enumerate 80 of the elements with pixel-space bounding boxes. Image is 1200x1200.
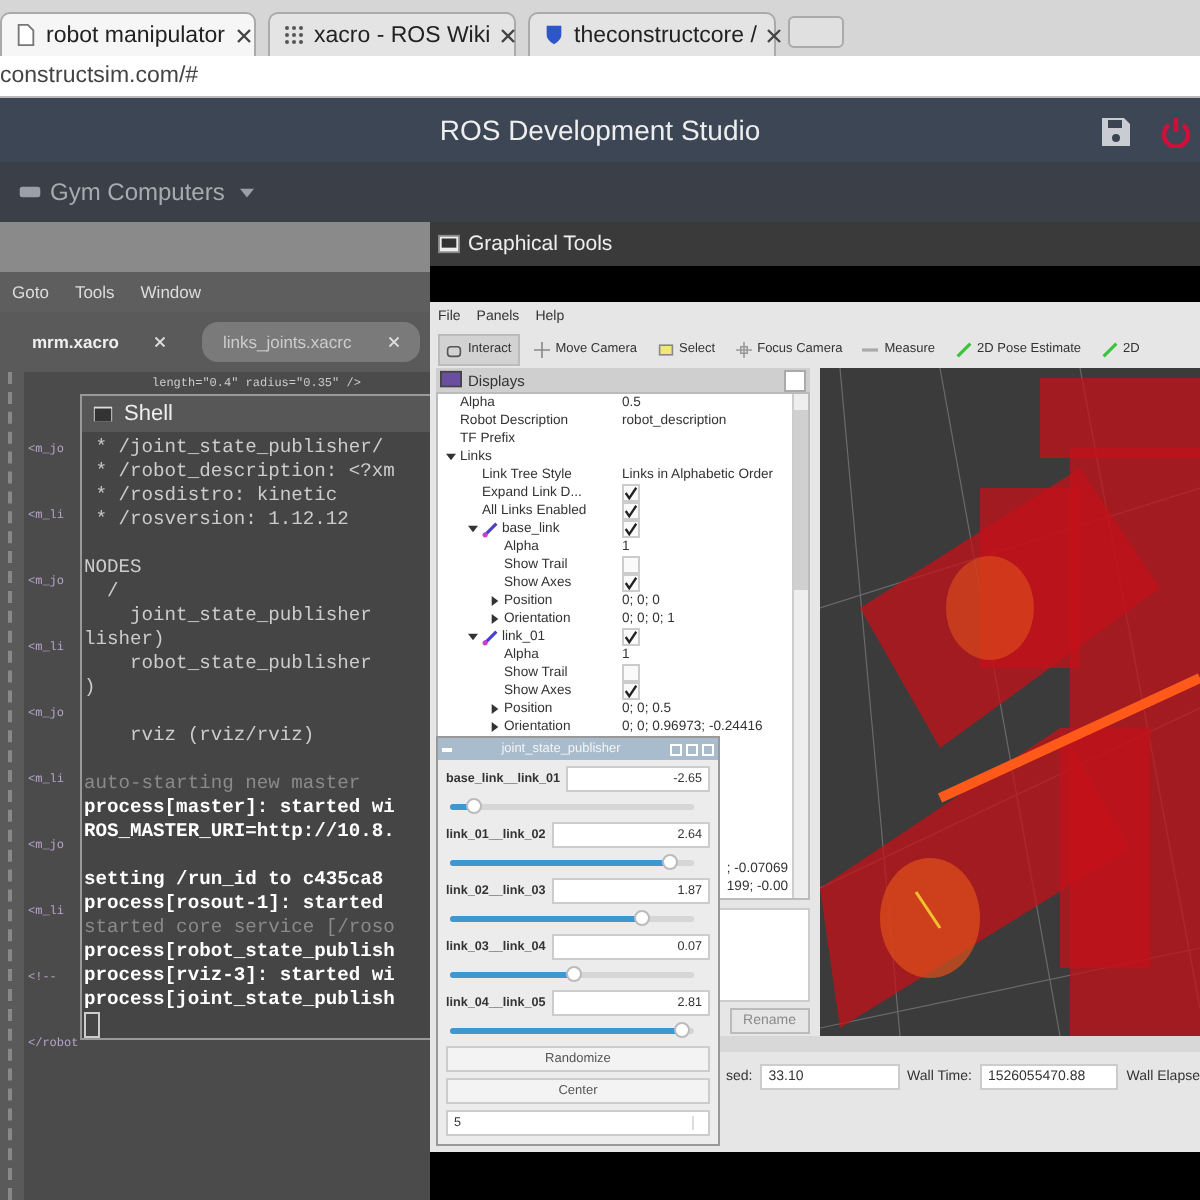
tab-title: theconstructcore / (574, 23, 757, 47)
expand-arrow-icon[interactable] (468, 632, 478, 642)
terminal-line: ROS_MASTER_URI=http://10.8. (84, 820, 397, 844)
terminal-line: process[rviz-3]: started wi (84, 964, 397, 988)
expand-arrow-icon[interactable] (490, 722, 500, 732)
terminal-line: ) (84, 676, 98, 700)
terminal-line: / (105, 580, 121, 604)
undock-button[interactable] (784, 369, 806, 391)
slider-thumb[interactable] (673, 1022, 690, 1038)
url-text: constructsim.com/# (0, 64, 199, 88)
window-title: Shell (124, 402, 173, 426)
terminal-line: started core service [/roso (84, 916, 397, 940)
checkbox[interactable] (622, 502, 640, 520)
scrollbar[interactable] (792, 394, 808, 898)
crosshair-icon (533, 341, 550, 357)
expand-arrow-icon[interactable] (446, 452, 456, 462)
text-cursor (84, 1012, 100, 1038)
terminal-line: auto-starting new master (84, 772, 363, 796)
terminal-line: process[rosout-1]: started (84, 892, 386, 916)
expand-arrow-icon[interactable] (490, 704, 500, 714)
joint-slider[interactable] (450, 916, 694, 922)
close-icon[interactable] (766, 27, 783, 43)
tab-title: xacro - ROS Wiki (314, 23, 491, 47)
address-bar[interactable]: constructsim.com/# (0, 56, 1200, 98)
close-icon[interactable] (500, 27, 517, 43)
terminal-line: * /rosdistro: kinetic (93, 484, 340, 508)
menu-item[interactable]: Window (140, 282, 202, 302)
close-icon[interactable] (235, 27, 251, 43)
document-icon (16, 24, 36, 46)
link-icon (482, 629, 498, 645)
checkbox[interactable] (622, 520, 640, 538)
terminal-line: process[robot_state_publish (84, 940, 397, 964)
checkbox[interactable] (622, 628, 640, 646)
joint-slider[interactable] (450, 860, 694, 866)
browser-tab[interactable]: theconstructcore / (528, 12, 776, 56)
terminal-line: joint_state_publisher (128, 604, 374, 628)
terminal-line: lisher) (84, 628, 167, 652)
grid-icon (284, 24, 304, 46)
menu-item[interactable]: Tools (74, 282, 115, 302)
crosshair-icon (735, 341, 752, 357)
terminal-line: process[master]: started wi (84, 796, 397, 820)
save-icon[interactable] (1100, 116, 1132, 148)
gym-computers-menu[interactable]: Gym Computers (18, 178, 255, 206)
link-icon (482, 521, 498, 537)
joint-slider[interactable] (450, 1028, 694, 1034)
expand-arrow-icon[interactable] (490, 614, 500, 624)
caret-icon (240, 187, 255, 197)
menu-item[interactable]: Goto (12, 282, 49, 302)
browser-tab[interactable]: robot manipulator (0, 12, 256, 56)
browser-tab[interactable]: xacro - ROS Wiki (268, 12, 516, 56)
app-title: ROS Development Studio (439, 114, 761, 146)
slider-thumb[interactable] (634, 910, 651, 926)
terminal-line: * /rosversion: 1.12.12 (93, 508, 351, 532)
monitor-icon (438, 234, 460, 254)
expand-arrow-icon[interactable] (468, 524, 478, 534)
checkbox[interactable] (622, 484, 640, 502)
rectangle-icon (657, 341, 674, 357)
power-icon[interactable] (1160, 116, 1192, 148)
terminal-line: rviz (rviz/rviz) (128, 724, 317, 748)
maximize-icon[interactable] (686, 743, 698, 755)
terminal-icon (92, 404, 114, 424)
terminal-line: * /joint_state_publisher/ (93, 436, 386, 460)
tab-title: robot manipulator (46, 23, 225, 47)
window-title: Graphical Tools (468, 232, 613, 256)
terminal-line: setting /run_id to c435ca8 (84, 868, 386, 892)
display-icon (440, 370, 462, 390)
terminal-line: robot_state_publisher (128, 652, 374, 676)
expand-arrow-icon[interactable] (490, 596, 500, 606)
computer-icon (18, 184, 42, 200)
terminal-line: * /robot_description: <?xm (93, 460, 397, 484)
terminal-line: NODES (84, 556, 144, 580)
checkbox[interactable] (622, 682, 640, 700)
shield-icon (544, 24, 564, 46)
slider-thumb[interactable] (466, 798, 483, 814)
terminal-line: process[joint_state_publish (84, 988, 397, 1012)
minimize-icon[interactable] (670, 743, 682, 755)
slider-thumb[interactable] (566, 966, 583, 982)
checkbox[interactable] (622, 574, 640, 592)
joint-slider[interactable] (450, 972, 694, 978)
slider-thumb[interactable] (661, 854, 678, 870)
